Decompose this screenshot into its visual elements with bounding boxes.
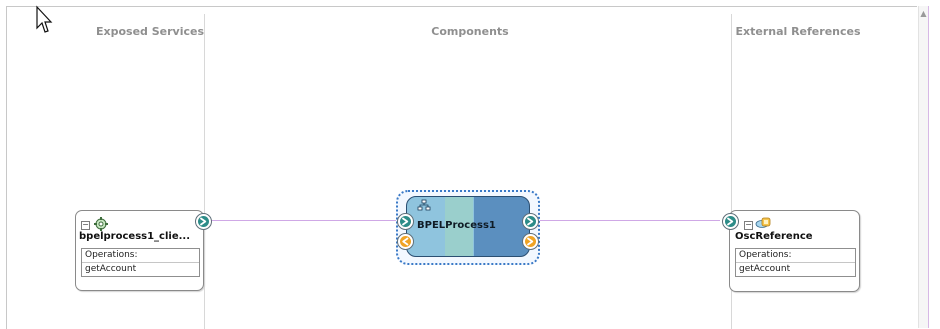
reference-operations-label: Operations:	[736, 249, 855, 263]
service-to-component-wire[interactable]	[211, 220, 397, 221]
mouse-cursor-icon	[36, 5, 53, 33]
scroll-up-icon[interactable]: ▲	[919, 9, 928, 18]
arrow-right-icon	[200, 217, 207, 226]
arrow-right-icon	[727, 217, 734, 226]
component-output-arrow-button[interactable]	[522, 213, 539, 230]
reference-name: OscReference	[735, 231, 813, 242]
component-callback-right-button[interactable]	[522, 233, 539, 250]
reference-operation-item: getAccount	[739, 264, 791, 274]
right-edge-line	[928, 6, 929, 328]
service-operation-item: getAccount	[85, 264, 137, 274]
arrow-right-icon	[527, 237, 534, 246]
reference-input-arrow-button[interactable]	[722, 213, 739, 230]
bpel-process-icon	[417, 199, 431, 211]
exposed-services-title: Exposed Services	[95, 25, 205, 38]
exposed-service-bpelprocess1-client[interactable]: − bpelprocess1_clie... Operations: getAc…	[75, 210, 204, 291]
service-operations-label: Operations:	[82, 249, 199, 263]
service-operations-panel: Operations: getAccount	[81, 248, 200, 277]
collapse-icon[interactable]: −	[744, 221, 753, 230]
component-to-reference-wire[interactable]	[533, 220, 720, 221]
external-references-title: External References	[735, 25, 861, 38]
exposed-services-divider	[204, 14, 205, 329]
service-output-arrow-button[interactable]	[195, 213, 212, 230]
arrow-right-icon	[402, 217, 409, 226]
gear-service-icon	[94, 217, 108, 231]
reference-icon	[755, 217, 771, 228]
external-reference-osc[interactable]: − OscReference Operations: getAccount	[729, 210, 860, 292]
components-title: Components	[431, 25, 509, 38]
component-input-arrow-button[interactable]	[397, 213, 414, 230]
component-callback-left-button[interactable]	[397, 233, 414, 250]
component-name: BPELProcess1	[417, 220, 496, 231]
arrow-right-icon	[527, 217, 534, 226]
collapse-icon[interactable]: −	[81, 221, 90, 230]
service-name: bpelprocess1_clie...	[79, 231, 191, 242]
reference-operations-panel: Operations: getAccount	[735, 248, 856, 277]
arrow-left-icon	[402, 237, 409, 246]
